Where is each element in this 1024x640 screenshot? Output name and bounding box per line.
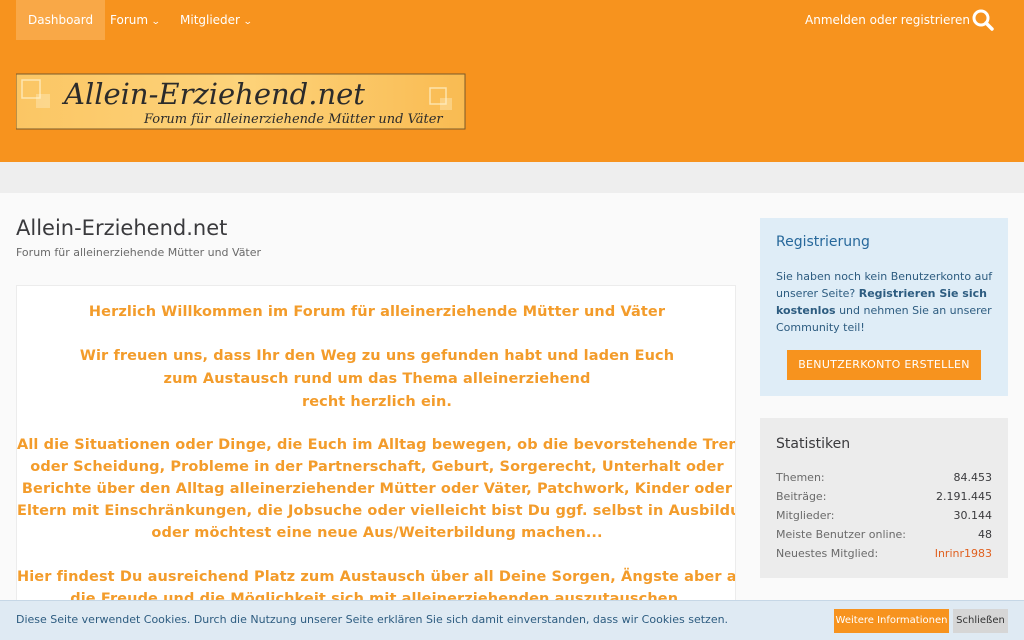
welcome-line: Herzlich Willkommen im Forum für alleine…	[88, 304, 666, 320]
chevron-down-icon: ⌄	[242, 17, 253, 27]
nav-label: Mitglieder	[180, 13, 240, 27]
nav-item-dashboard[interactable]: Dashboard	[16, 0, 106, 40]
logo-title: Allein-Erziehend.net	[61, 77, 365, 111]
nav-item-forum[interactable]: Forum ⌄	[98, 0, 172, 40]
nav-label: Forum	[110, 13, 149, 27]
stat-label: Mitglieder:	[776, 509, 835, 522]
nav-label: Dashboard	[28, 13, 94, 27]
welcome-line: Eltern mit Einschränkungen, die Jobsuche…	[17, 503, 736, 519]
top-navigation: Dashboard Forum ⌄ Mitglieder ⌄ Anmelden od…	[0, 0, 1024, 40]
more-info-button[interactable]: Weitere Informationen	[834, 609, 949, 633]
statistics-title: Statistiken	[776, 436, 851, 452]
create-account-button[interactable]: BENUTZERKONTO ERSTELLEN	[787, 350, 981, 380]
chevron-down-icon: ⌄	[150, 17, 161, 27]
stat-row: Meiste Benutzer online: 48	[776, 525, 992, 544]
page-subtitle: Forum für alleinerziehende Mütter und Vä…	[16, 246, 262, 259]
stat-value: 48	[978, 528, 992, 541]
login-register-link[interactable]: Anmelden oder registrieren	[805, 0, 970, 40]
welcome-line: zum Austausch rund um das Thema alleiner…	[163, 371, 591, 387]
welcome-line: Berichte über den Alltag alleinerziehend…	[21, 481, 733, 497]
newest-member-link[interactable]: Inrinr1983	[935, 544, 992, 563]
welcome-line: oder möchtest eine neue Aus/Weiterbildun…	[151, 525, 603, 541]
stat-value: 2.191.445	[936, 490, 992, 503]
welcome-message-box: Herzlich Willkommen im Forum für alleine…	[16, 285, 736, 615]
stat-value: 30.144	[953, 509, 993, 522]
welcome-line: oder Scheidung, Probleme in der Partners…	[30, 459, 724, 475]
stat-row: Neuestes Mitglied: Inrinr1983	[776, 544, 992, 563]
stat-row: Beiträge: 2.191.445	[776, 487, 992, 506]
nav-item-mitglieder[interactable]: Mitglieder ⌄	[168, 0, 264, 40]
cookie-text: Diese Seite verwendet Cookies. Durch die…	[16, 613, 729, 626]
statistics-box: Statistiken Themen: 84.453 Beiträge: 2.1…	[760, 418, 1008, 578]
cookie-notice: Diese Seite verwendet Cookies. Durch die…	[0, 600, 1024, 640]
registration-text: Sie haben noch kein Benutzerkonto auf un…	[776, 268, 996, 336]
welcome-line: All die Situationen oder Dinge, die Euch…	[17, 437, 736, 453]
stat-value: 84.453	[953, 471, 993, 484]
header-band	[0, 162, 1024, 193]
stat-row: Themen: 84.453	[776, 468, 992, 487]
close-button[interactable]: Schließen	[953, 609, 1008, 633]
stat-label: Themen:	[776, 471, 825, 484]
welcome-line: Wir freuen uns, dass Ihr den Weg zu uns …	[79, 348, 675, 364]
stat-label: Meiste Benutzer online:	[776, 528, 907, 541]
page-title: Allein-Erziehend.net	[16, 216, 228, 240]
stat-label: Beiträge:	[776, 490, 827, 503]
welcome-line: recht herzlich ein.	[301, 394, 453, 410]
registration-title: Registrierung	[776, 234, 870, 250]
logo-tagline: Forum für alleinerziehende Mütter und Vä…	[143, 112, 443, 127]
search-icon[interactable]	[968, 6, 998, 34]
stat-label: Neuestes Mitglied:	[776, 547, 879, 560]
stat-row: Mitglieder: 30.144	[776, 506, 992, 525]
welcome-line: Hier findest Du ausreichend Platz zum Au…	[17, 569, 736, 585]
registration-box: Registrierung Sie haben noch kein Benutz…	[760, 218, 1008, 396]
site-logo[interactable]: Allein-Erziehend.net Forum für alleinerz…	[15, 72, 466, 130]
